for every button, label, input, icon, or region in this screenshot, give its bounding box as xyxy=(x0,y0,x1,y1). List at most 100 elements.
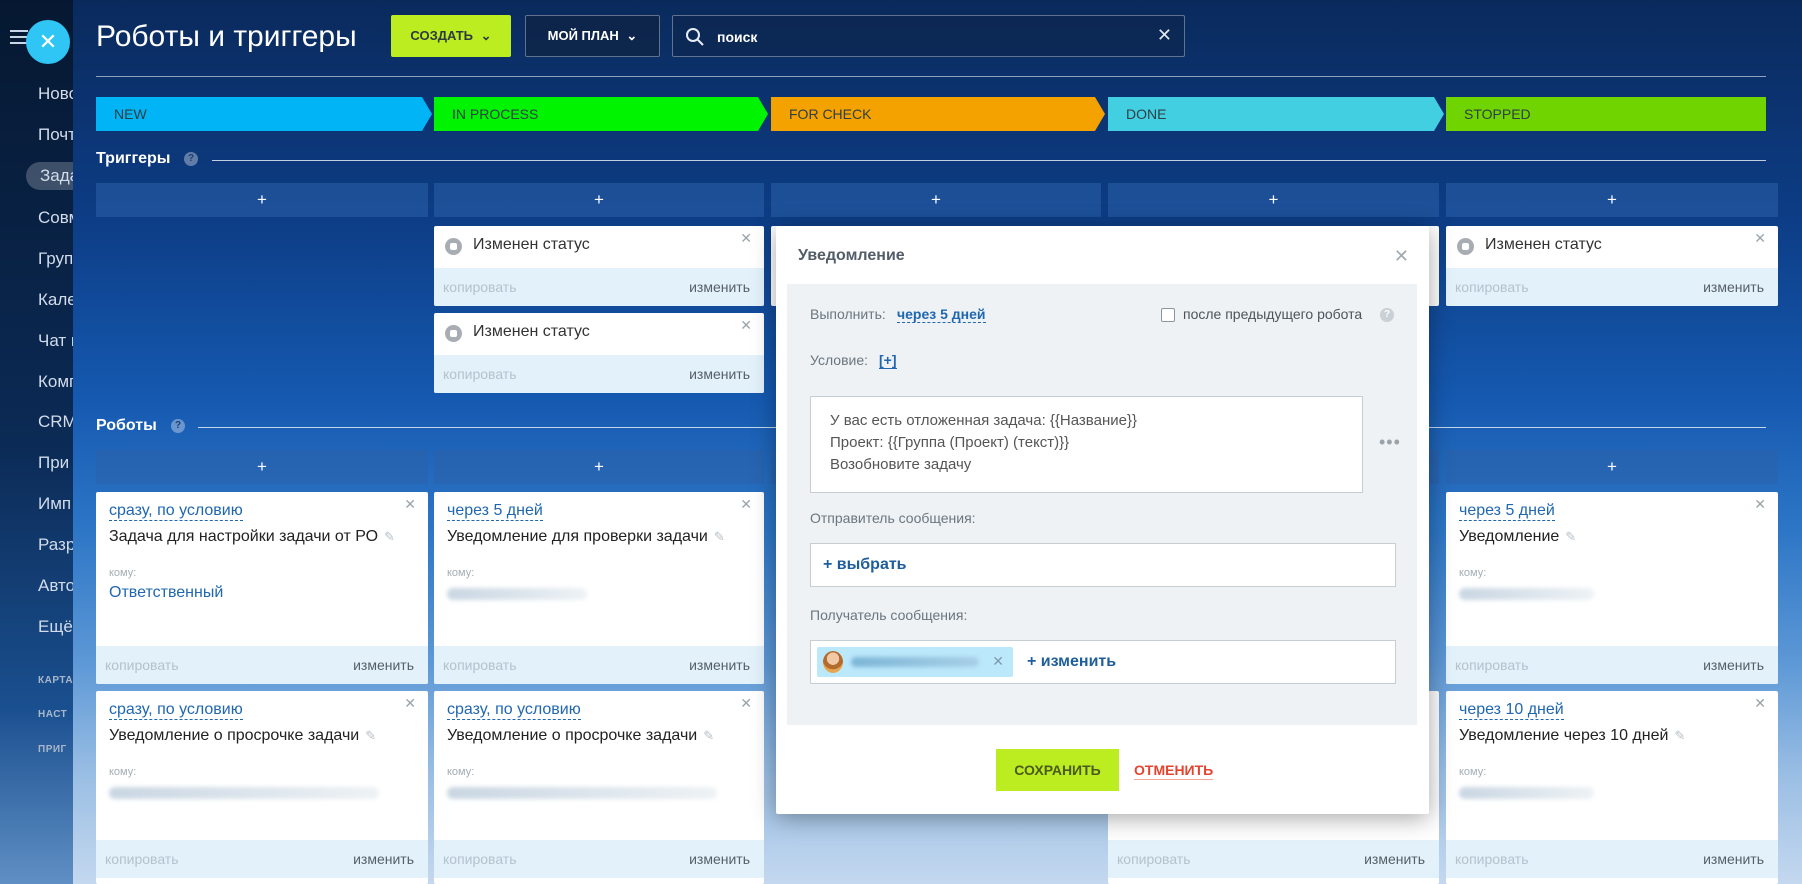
my-plan-button[interactable]: МОЙ ПЛАН ⌄ xyxy=(525,15,660,57)
copy-link[interactable]: копировать xyxy=(443,355,517,393)
sidebar-item-tasks[interactable]: Зада xyxy=(26,162,73,190)
pencil-icon[interactable]: ✎ xyxy=(714,529,725,545)
sidebar-item-auto[interactable]: Авто xyxy=(38,576,73,596)
delete-icon[interactable]: ✕ xyxy=(1754,695,1766,712)
sender-field[interactable]: + выбрать xyxy=(810,543,1396,587)
after-previous-checkbox[interactable] xyxy=(1161,308,1175,322)
pencil-icon[interactable]: ✎ xyxy=(384,529,395,545)
delete-icon[interactable]: ✕ xyxy=(740,230,752,247)
stage-new[interactable]: NEW xyxy=(96,97,432,131)
select-sender-link[interactable]: + выбрать xyxy=(823,556,907,574)
sidebar-small-invite[interactable]: ПРИГ xyxy=(38,744,67,755)
edit-link[interactable]: изменить xyxy=(1703,268,1764,306)
sidebar-item-apps[interactable]: При xyxy=(38,453,69,473)
add-trigger-button[interactable]: + xyxy=(434,183,764,217)
change-receiver-link[interactable]: + изменить xyxy=(1027,653,1116,671)
delete-icon[interactable]: ✕ xyxy=(404,496,416,513)
close-icon[interactable]: ✕ xyxy=(1394,246,1409,267)
trigger-card[interactable]: Изменен статус ✕ копировать изменить xyxy=(1446,226,1778,306)
copy-link[interactable]: копировать xyxy=(105,840,179,878)
copy-link[interactable]: копировать xyxy=(443,840,517,878)
edit-link[interactable]: изменить xyxy=(689,840,750,878)
add-trigger-button[interactable]: + xyxy=(1108,183,1439,217)
robot-delay-link[interactable]: через 5 дней xyxy=(1459,502,1555,521)
stage-in-process[interactable]: IN PROCESS xyxy=(434,97,768,131)
stage-done[interactable]: DONE xyxy=(1108,97,1444,131)
close-slider-button[interactable]: ✕ xyxy=(26,20,70,64)
robot-card[interactable]: через 5 дней ✕ Уведомление для проверки … xyxy=(434,492,764,684)
robot-card[interactable]: через 5 дней ✕ Уведомление ✎ кому: копиро… xyxy=(1446,492,1778,684)
help-icon[interactable]: ? xyxy=(184,152,198,166)
delete-icon[interactable]: ✕ xyxy=(404,695,416,712)
add-trigger-button[interactable]: + xyxy=(96,183,428,217)
edit-link[interactable]: изменить xyxy=(1703,646,1764,684)
receiver-chip[interactable]: ✕ xyxy=(817,647,1013,677)
copy-link[interactable]: копировать xyxy=(1117,840,1191,878)
copy-link[interactable]: копировать xyxy=(1455,268,1529,306)
add-robot-button[interactable]: + xyxy=(434,450,764,484)
edit-link[interactable]: изменить xyxy=(1703,840,1764,878)
robot-delay-link[interactable]: сразу, по условию xyxy=(447,701,581,720)
sidebar-item-calendar[interactable]: Кале xyxy=(38,290,73,310)
message-textarea[interactable]: У вас есть отложенная задача: {{Название… xyxy=(810,396,1363,493)
copy-link[interactable]: копировать xyxy=(1455,840,1529,878)
create-button[interactable]: СОЗДАТЬ ⌄ xyxy=(391,15,511,57)
robot-delay-link[interactable]: сразу, по условию xyxy=(109,502,243,521)
sidebar-item-company[interactable]: Комп xyxy=(38,372,73,392)
pencil-icon[interactable]: ✎ xyxy=(1674,728,1685,744)
sidebar-item-import[interactable]: Имп xyxy=(38,494,71,514)
robot-delay-link[interactable]: через 10 дней xyxy=(1459,701,1564,720)
sidebar-item-dev[interactable]: Разр xyxy=(38,535,73,555)
clear-search-icon[interactable]: ✕ xyxy=(1157,25,1172,46)
help-icon[interactable]: ? xyxy=(1380,308,1394,322)
help-icon[interactable]: ? xyxy=(171,419,185,433)
robot-card[interactable]: сразу, по условию ✕ Уведомление о просро… xyxy=(434,691,764,884)
edit-link[interactable]: изменить xyxy=(1364,840,1425,878)
robot-delay-link[interactable]: через 5 дней xyxy=(447,502,543,521)
robot-delay-link[interactable]: сразу, по условию xyxy=(109,701,243,720)
edit-link[interactable]: изменить xyxy=(689,355,750,393)
sidebar-small-settings[interactable]: НАСТ xyxy=(38,709,67,720)
copy-link[interactable]: копировать xyxy=(443,646,517,684)
sidebar-item-more[interactable]: Ещё xyxy=(38,617,73,637)
trigger-card[interactable]: Изменен статус ✕ копировать изменить xyxy=(434,226,764,306)
sidebar-item-collab[interactable]: Совм xyxy=(38,208,73,228)
sidebar-item-crm[interactable]: CRM xyxy=(38,412,73,432)
add-robot-button[interactable]: + xyxy=(1446,450,1778,484)
sidebar-item-news[interactable]: Ново xyxy=(38,84,73,104)
sidebar-small-map[interactable]: КАРТА xyxy=(38,675,73,686)
add-robot-button[interactable]: + xyxy=(96,450,428,484)
robot-card[interactable]: через 10 дней ✕ Уведомление через 10 дне… xyxy=(1446,691,1778,884)
edit-link[interactable]: изменить xyxy=(689,646,750,684)
sidebar-item-chat[interactable]: Чат и xyxy=(38,331,73,351)
execute-delay-link[interactable]: через 5 дней xyxy=(897,306,986,323)
remove-receiver-icon[interactable]: ✕ xyxy=(992,653,1004,670)
save-button[interactable]: СОХРАНИТЬ xyxy=(996,749,1119,791)
pencil-icon[interactable]: ✎ xyxy=(365,728,376,744)
copy-link[interactable]: копировать xyxy=(443,268,517,306)
delete-icon[interactable]: ✕ xyxy=(1754,230,1766,247)
add-condition-link[interactable]: [+] xyxy=(879,352,897,369)
copy-link[interactable]: копировать xyxy=(105,646,179,684)
trigger-card[interactable]: Изменен статус ✕ копировать изменить xyxy=(434,313,764,393)
add-trigger-button[interactable]: + xyxy=(1446,183,1778,217)
sidebar-item-groups[interactable]: Груп xyxy=(38,249,73,269)
edit-link[interactable]: изменить xyxy=(353,840,414,878)
search-input[interactable] xyxy=(717,25,1137,49)
robot-card[interactable]: сразу, по условию ✕ Задача для настройки… xyxy=(96,492,428,684)
robot-card[interactable]: сразу, по условию ✕ Уведомление о просро… xyxy=(96,691,428,884)
delete-icon[interactable]: ✕ xyxy=(1754,496,1766,513)
edit-link[interactable]: изменить xyxy=(689,268,750,306)
add-trigger-button[interactable]: + xyxy=(771,183,1101,217)
sidebar-item-mail[interactable]: Почт xyxy=(38,125,73,145)
copy-link[interactable]: копировать xyxy=(1455,646,1529,684)
pencil-icon[interactable]: ✎ xyxy=(1565,529,1576,545)
receiver-field[interactable]: ✕ + изменить xyxy=(810,640,1396,684)
stage-for-check[interactable]: FOR CHECK xyxy=(771,97,1105,131)
edit-link[interactable]: изменить xyxy=(353,646,414,684)
pencil-icon[interactable]: ✎ xyxy=(703,728,714,744)
delete-icon[interactable]: ✕ xyxy=(740,695,752,712)
cancel-button[interactable]: ОТМЕНИТЬ xyxy=(1134,761,1214,780)
delete-icon[interactable]: ✕ xyxy=(740,317,752,334)
search-box[interactable]: ✕ xyxy=(672,15,1185,57)
